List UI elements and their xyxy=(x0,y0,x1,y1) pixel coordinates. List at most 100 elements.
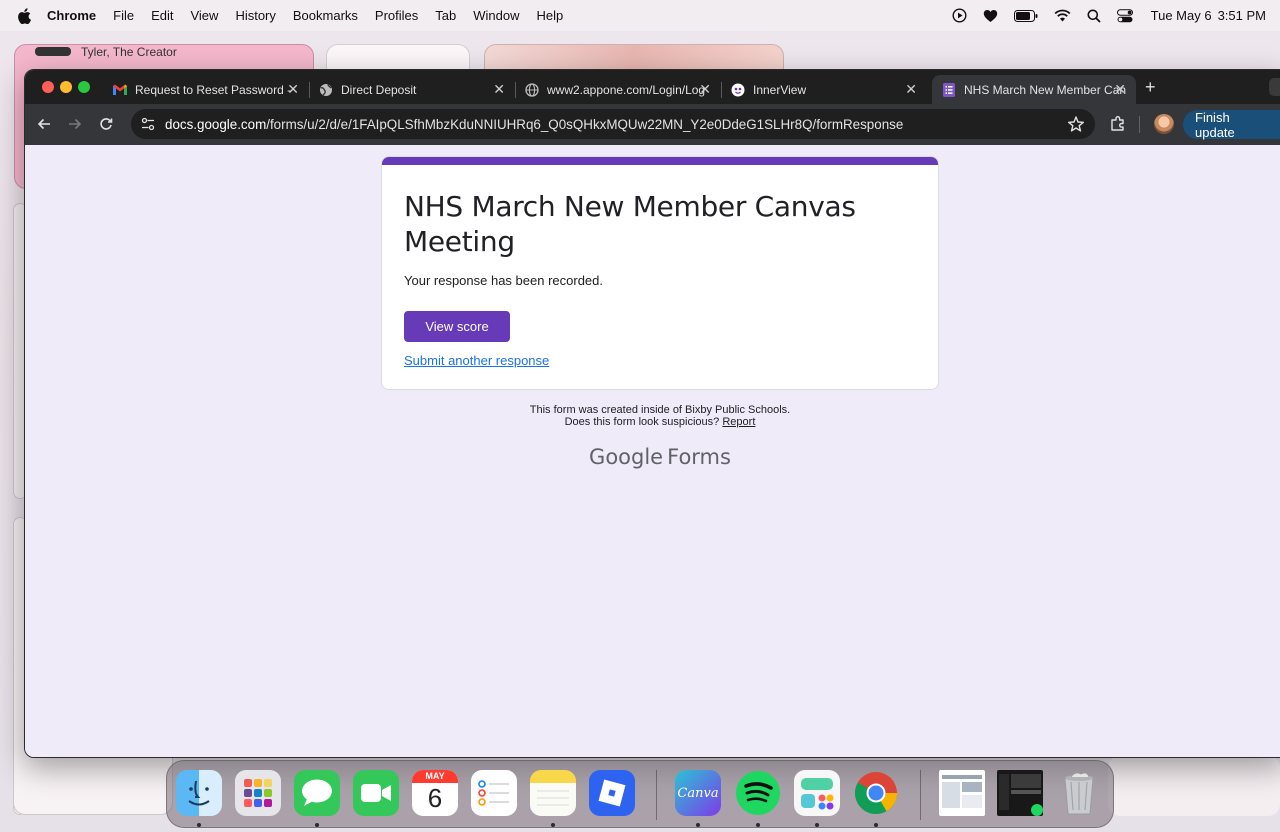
menu-app-chrome[interactable]: Chrome xyxy=(47,8,96,23)
chrome-window: Request to Reset Password - ✕ Direct Dep… xyxy=(24,69,1280,758)
tab-appone-login[interactable]: www2.appone.com/Login/Log ✕ xyxy=(515,75,722,104)
form-footer: This form was created inside of Bixby Pu… xyxy=(381,404,939,428)
tab-title: Request to Reset Password - xyxy=(135,82,292,97)
finish-update-label: Finish update xyxy=(1195,109,1235,140)
forms-wordmark: Forms xyxy=(667,445,731,469)
reminders-icon[interactable] xyxy=(471,770,517,816)
canva-wordmark: Canva xyxy=(677,785,719,801)
forward-arrow-icon[interactable] xyxy=(65,114,85,134)
recent-doc-icon[interactable] xyxy=(939,770,985,816)
spotlight-search-icon[interactable] xyxy=(1087,9,1101,23)
tab-close-icon[interactable]: ✕ xyxy=(699,82,711,96)
dock-divider xyxy=(920,770,921,820)
recent-spotify-icon[interactable] xyxy=(997,770,1043,816)
finish-update-button[interactable]: Finish update ⋮ xyxy=(1183,109,1280,140)
macos-menu-bar: Chrome File Edit View History Bookmarks … xyxy=(0,0,1280,31)
globe-icon xyxy=(525,82,539,97)
album-thumbnail xyxy=(35,47,71,56)
report-link[interactable]: Report xyxy=(722,416,755,428)
menu-tab[interactable]: Tab xyxy=(435,8,456,23)
running-indicator xyxy=(315,823,319,827)
submit-another-response-link[interactable]: Submit another response xyxy=(404,353,549,368)
menu-view[interactable]: View xyxy=(190,8,218,23)
background-window-bottom-right xyxy=(1108,756,1280,816)
google-forms-icon xyxy=(942,82,956,97)
back-arrow-icon[interactable] xyxy=(34,114,54,134)
form-title: NHS March New Member Canvas Meeting xyxy=(404,190,856,258)
control-center-icon[interactable] xyxy=(1116,8,1133,23)
dock-divider xyxy=(656,770,657,820)
tab-direct-deposit[interactable]: Direct Deposit ✕ xyxy=(309,75,516,104)
menu-file[interactable]: File xyxy=(113,8,134,23)
running-indicator xyxy=(815,823,819,827)
background-window-bottom[interactable] xyxy=(13,756,173,815)
bookmark-star-icon[interactable] xyxy=(1067,115,1085,133)
footer-suspicious-line: Does this form look suspicious? Report xyxy=(381,416,939,428)
innerview-icon xyxy=(731,83,745,97)
menu-bar-date[interactable]: Tue May 6 xyxy=(1151,8,1212,23)
site-settings-icon[interactable] xyxy=(140,116,156,132)
form-confirmation-card: NHS March New Member Canvas Meeting Your… xyxy=(381,156,939,390)
heart-icon[interactable] xyxy=(983,9,998,23)
tab-close-icon[interactable]: ✕ xyxy=(493,82,505,96)
url-host: docs.google.com xyxy=(165,116,267,132)
tab-strip: Request to Reset Password - ✕ Direct Dep… xyxy=(25,70,1280,104)
toolbar-divider xyxy=(1139,116,1140,133)
extensions-puzzle-icon[interactable] xyxy=(1108,114,1128,134)
calendar-icon[interactable]: MAY 6 xyxy=(412,770,458,816)
tab-close-icon[interactable]: ✕ xyxy=(905,82,917,96)
new-tab-button[interactable]: + xyxy=(1145,78,1156,96)
footer-suspicious-text: Does this form look suspicious? xyxy=(564,416,720,428)
address-bar[interactable]: docs.google.com/forms/u/2/d/e/1FAIpQLSfh… xyxy=(131,109,1095,139)
tab-search-button[interactable] xyxy=(1269,78,1280,96)
browser-toolbar: docs.google.com/forms/u/2/d/e/1FAIpQLSfh… xyxy=(25,104,1280,145)
spotify-icon[interactable] xyxy=(735,770,781,816)
tab-request-reset-password[interactable]: Request to Reset Password - ✕ xyxy=(103,75,310,104)
profile-avatar[interactable] xyxy=(1154,114,1174,134)
window-minimize-button[interactable] xyxy=(60,81,72,93)
footer-organization-line: This form was created inside of Bixby Pu… xyxy=(529,404,791,416)
finder-icon[interactable] xyxy=(176,770,222,816)
menu-bookmarks[interactable]: Bookmarks xyxy=(293,8,358,23)
tab-innerview[interactable]: InnerView ✕ xyxy=(721,75,927,104)
notes-icon[interactable] xyxy=(530,770,576,816)
battery-icon[interactable] xyxy=(1013,9,1038,22)
macos-dock: MAY 6 Canva xyxy=(166,760,1114,828)
facetime-icon[interactable] xyxy=(353,770,399,816)
google-forms-logo[interactable]: Google Forms xyxy=(381,445,939,469)
chrome-icon[interactable] xyxy=(853,770,899,816)
globe-icon xyxy=(319,83,333,97)
tab-title: www2.appone.com/Login/Log xyxy=(547,82,706,97)
trash-icon[interactable] xyxy=(1056,770,1102,816)
page-content: NHS March New Member Canvas Meeting Your… xyxy=(25,145,1280,757)
menu-help[interactable]: Help xyxy=(537,8,564,23)
menu-window[interactable]: Window xyxy=(473,8,519,23)
launchpad-icon[interactable] xyxy=(235,770,281,816)
url-text[interactable]: docs.google.com/forms/u/2/d/e/1FAIpQLSfh… xyxy=(165,117,903,132)
background-window-label: Tyler, The Creator xyxy=(81,45,177,59)
canva-icon[interactable]: Canva xyxy=(675,770,721,816)
window-zoom-button[interactable] xyxy=(78,81,90,93)
running-indicator xyxy=(874,823,878,827)
confirmation-message: Your response has been recorded. xyxy=(404,273,603,288)
tab-title: InnerView xyxy=(753,82,807,97)
view-score-button[interactable]: View score xyxy=(404,311,510,342)
reload-icon[interactable] xyxy=(96,114,116,134)
tab-title: Direct Deposit xyxy=(341,82,417,97)
menu-profiles[interactable]: Profiles xyxy=(375,8,418,23)
apple-icon[interactable] xyxy=(17,7,31,24)
now-playing-icon[interactable] xyxy=(952,8,967,23)
menu-edit[interactable]: Edit xyxy=(151,8,173,23)
wifi-icon[interactable] xyxy=(1054,9,1071,22)
running-indicator xyxy=(756,823,760,827)
roblox-icon[interactable] xyxy=(589,770,635,816)
tab-nhs-form[interactable]: NHS March New Member Can ✕ xyxy=(932,75,1136,104)
tab-close-icon[interactable]: ✕ xyxy=(1114,82,1126,96)
running-indicator xyxy=(696,823,700,827)
tab-close-icon[interactable]: ✕ xyxy=(287,82,299,96)
window-close-button[interactable] xyxy=(42,81,54,93)
menu-history[interactable]: History xyxy=(235,8,275,23)
widget-app-icon[interactable] xyxy=(794,770,840,816)
messages-icon[interactable] xyxy=(294,770,340,816)
menu-bar-time[interactable]: 3:51 PM xyxy=(1218,8,1266,23)
